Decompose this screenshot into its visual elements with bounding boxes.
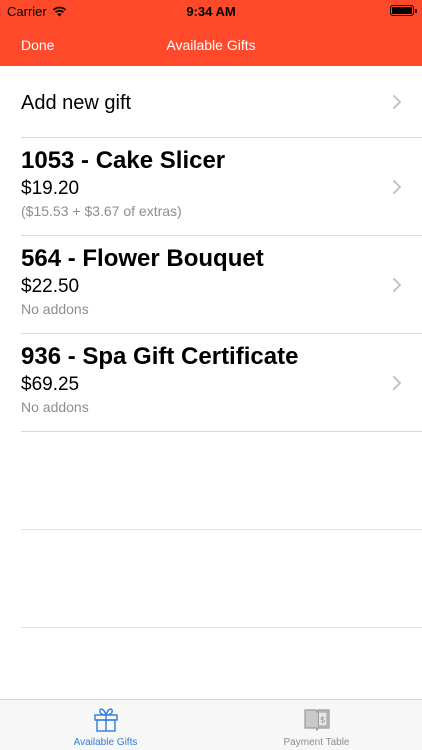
- chevron-right-icon: [393, 376, 401, 390]
- tab-payment-table[interactable]: $ Payment Table: [211, 700, 422, 750]
- battery-icon: [390, 5, 417, 16]
- gift-row[interactable]: 936 - Spa Gift Certificate $69.25 No add…: [0, 334, 422, 432]
- gift-detail: No addons: [21, 399, 89, 415]
- gift-name: 936 - Spa Gift Certificate: [21, 343, 299, 370]
- gift-row[interactable]: 564 - Flower Bouquet $22.50 No addons: [0, 236, 422, 334]
- tab-label: Available Gifts: [73, 737, 138, 748]
- gift-price: $22.50: [21, 276, 80, 297]
- gift-icon: [93, 708, 118, 732]
- tab-available-gifts[interactable]: Available Gifts: [0, 700, 211, 750]
- gift-name: 564 - Flower Bouquet: [21, 245, 264, 272]
- add-new-gift-row[interactable]: Add new gift: [0, 66, 422, 138]
- gift-price: $69.25: [21, 374, 80, 395]
- chevron-right-icon: [393, 95, 401, 109]
- gift-name: 1053 - Cake Slicer: [21, 147, 226, 174]
- gift-list: Add new gift 1053 - Cake Slicer $19.20 (…: [0, 66, 422, 628]
- tab-bar: Available Gifts $ Payment Table: [0, 699, 422, 750]
- empty-row: [0, 530, 422, 628]
- gift-detail: No addons: [21, 301, 89, 317]
- payment-book-icon: $: [303, 709, 330, 732]
- gift-detail: ($15.53 + $3.67 of extras): [21, 203, 182, 219]
- page-title: Available Gifts: [166, 37, 256, 53]
- status-bar: Carrier 9:34 AM: [0, 0, 422, 22]
- gift-price: $19.20: [21, 178, 80, 199]
- row-divider: [21, 627, 422, 628]
- tab-label: Payment Table: [283, 737, 350, 748]
- header: Carrier 9:34 AM Done Available Gifts: [0, 0, 422, 66]
- svg-text:$: $: [319, 716, 325, 726]
- status-time: 9:34 AM: [186, 4, 236, 19]
- navigation-bar: Done Available Gifts: [0, 22, 422, 66]
- gift-row[interactable]: 1053 - Cake Slicer $19.20 ($15.53 + $3.6…: [0, 138, 422, 236]
- add-new-gift-label: Add new gift: [21, 92, 132, 114]
- empty-row: [0, 432, 422, 530]
- chevron-right-icon: [393, 180, 401, 194]
- chevron-right-icon: [393, 278, 401, 292]
